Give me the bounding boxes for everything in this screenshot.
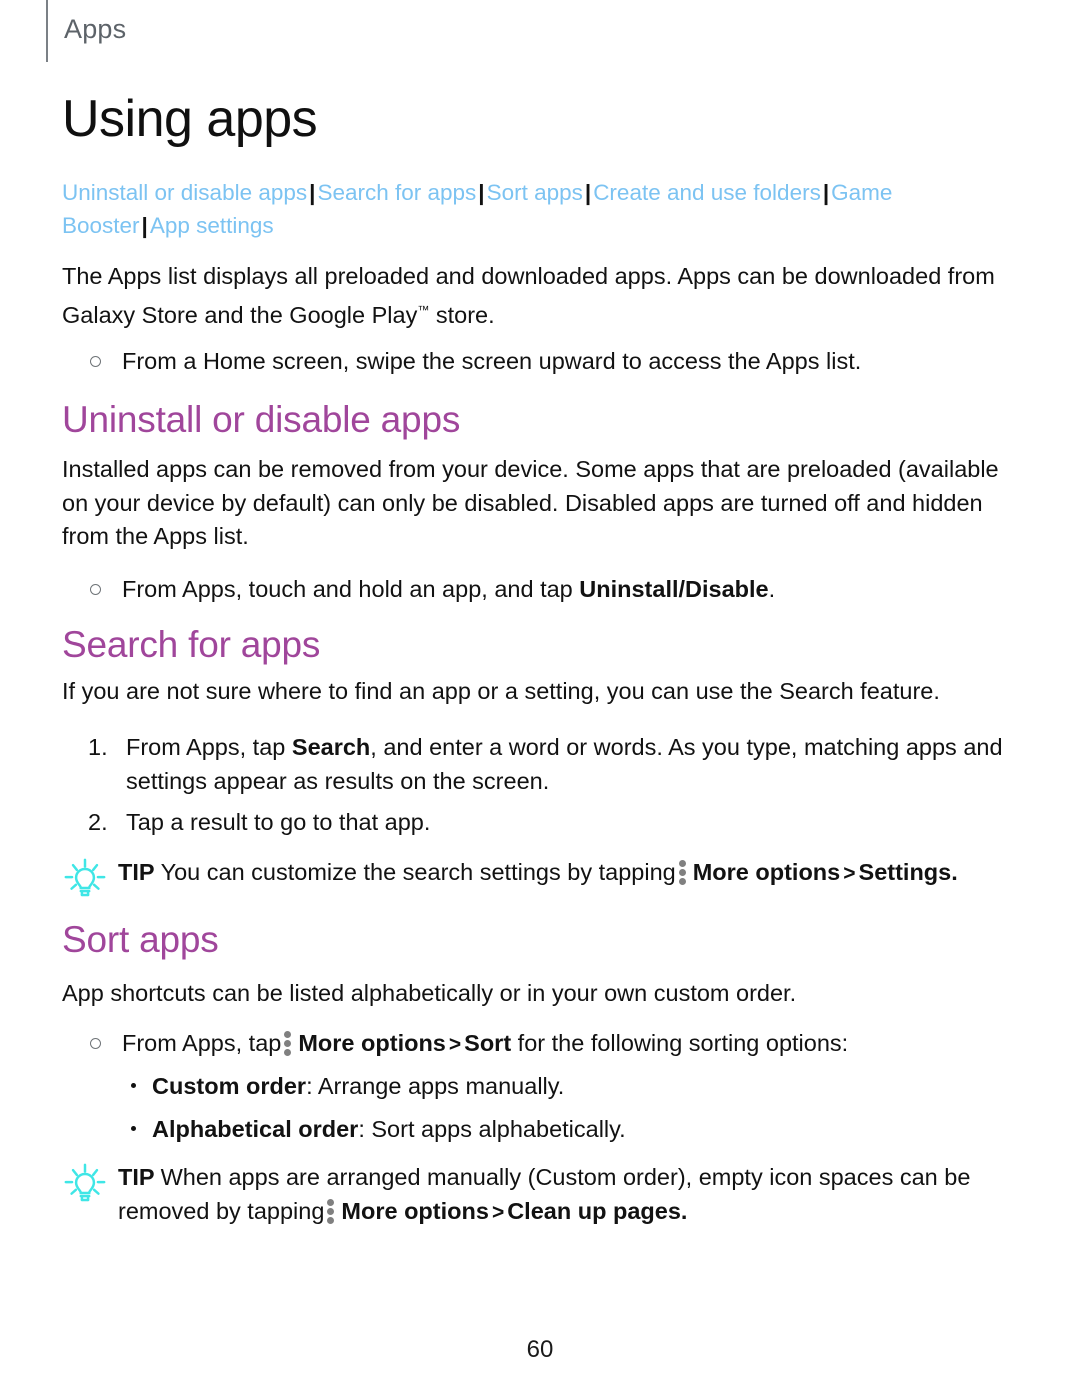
nav-link-app-settings[interactable]: App settings	[150, 213, 274, 238]
search-step-2: 2. Tap a result to go to that app.	[88, 805, 1016, 839]
tip-sort-menu-2: Clean up pages	[507, 1198, 681, 1224]
search-step-1: 1. From Apps, tap Search, and enter a wo…	[88, 730, 1016, 798]
search-step-2-number: 2.	[88, 809, 108, 835]
nav-separator: |	[478, 180, 485, 205]
uninstall-bullet-prefix: From Apps, touch and hold an app, and ta…	[122, 576, 580, 602]
search-step-1-bold: Search	[291, 734, 371, 760]
dot-bullet-icon	[131, 1083, 136, 1088]
tip-sort-menu-1: More options	[341, 1198, 489, 1224]
lightbulb-icon	[62, 1162, 108, 1208]
nav-separator: |	[141, 213, 148, 238]
running-head-label: Apps	[64, 13, 127, 44]
uninstall-bullet-bold: Uninstall/Disable	[579, 576, 769, 602]
intro-paragraph: The Apps list displays all preloaded and…	[62, 260, 1012, 332]
more-options-icon[interactable]	[678, 860, 688, 885]
page-number: 60	[526, 1336, 554, 1363]
nav-link-create-and-use-folders[interactable]: Create and use folders	[593, 180, 821, 205]
tip-sort-text-after: .	[680, 1198, 688, 1224]
search-paragraph: If you are not sure where to find an app…	[62, 678, 940, 704]
tip-callout-sort: TIP When apps are arranged manually (Cust…	[62, 1160, 1017, 1230]
sort-bullet: From Apps, tap More options > Sort for the …	[90, 1027, 1015, 1062]
sort-option-custom-order-label: Custom order	[152, 1073, 307, 1099]
running-head: Apps	[46, 0, 126, 62]
running-head-rule	[46, 0, 48, 62]
sort-bullet-menu-2: Sort	[464, 1030, 512, 1056]
nav-link-uninstall-or-disable-apps[interactable]: Uninstall or disable apps	[62, 180, 307, 205]
page-title: Using apps	[62, 90, 318, 148]
hollow-circle-bullet-icon	[90, 356, 101, 367]
nav-separator: |	[584, 180, 592, 205]
intro-paragraph-text-1: The Apps list displays all preloaded and…	[62, 263, 995, 328]
sort-bullet-suffix: for the following sorting options:	[511, 1030, 849, 1056]
more-options-icon[interactable]	[284, 1031, 293, 1056]
sort-option-alphabetical-order: Alphabetical order: Sort apps alphabetic…	[128, 1113, 1008, 1147]
hollow-circle-bullet-icon	[90, 1038, 101, 1049]
section-nav-links: Uninstall or disable apps|Search for app…	[62, 176, 1002, 242]
tip-search-text-before: You can customize the search settings by…	[160, 859, 676, 885]
trademark-symbol: ™	[417, 302, 430, 317]
tip-search-text-after: .	[951, 859, 958, 885]
uninstall-bullet-suffix: .	[768, 576, 776, 602]
tip-sort-chevron: >	[491, 1201, 505, 1224]
tip-search-menu-2: Settings	[858, 859, 952, 885]
sort-paragraph: App shortcuts can be listed alphabetical…	[62, 980, 797, 1006]
section-heading-uninstall: Uninstall or disable apps	[62, 399, 461, 440]
nav-link-sort-apps[interactable]: Sort apps	[487, 180, 583, 205]
tip-callout-search: TIP You can customize the search settings…	[62, 855, 1017, 897]
sort-option-custom-order-description: : Arrange apps manually.	[306, 1073, 565, 1099]
uninstall-paragraph: Installed apps can be removed from your …	[62, 456, 999, 549]
tip-label: TIP	[118, 1164, 155, 1190]
more-options-icon[interactable]	[327, 1199, 336, 1224]
dot-bullet-icon	[131, 1126, 136, 1131]
sort-bullet-prefix: From Apps, tap	[122, 1030, 282, 1056]
section-heading-search: Search for apps	[62, 624, 321, 665]
lightbulb-icon	[62, 857, 108, 903]
tip-search-chevron: >	[843, 862, 856, 885]
intro-bullet-text: From a Home screen, swipe the screen upw…	[122, 348, 862, 374]
sort-option-custom-order: Custom order: Arrange apps manually.	[128, 1070, 1008, 1104]
search-step-1-number: 1.	[88, 734, 108, 760]
uninstall-bullet: From Apps, touch and hold an app, and ta…	[90, 573, 1015, 607]
section-heading-sort: Sort apps	[62, 919, 219, 960]
nav-separator: |	[822, 180, 830, 205]
sort-bullet-menu-1: More options	[298, 1030, 446, 1056]
intro-bullet: From a Home screen, swipe the screen upw…	[90, 345, 1015, 379]
hollow-circle-bullet-icon	[90, 584, 101, 595]
sort-option-alphabetical-order-description: : Sort apps alphabetically.	[358, 1116, 626, 1142]
document-page: Apps Using apps Uninstall or disable app…	[0, 0, 1080, 1397]
nav-separator: |	[309, 180, 316, 205]
nav-link-search-for-apps[interactable]: Search for apps	[317, 180, 476, 205]
search-step-2-text: Tap a result to go to that app.	[126, 809, 431, 835]
sort-bullet-chevron: >	[448, 1033, 462, 1056]
sort-option-alphabetical-order-label: Alphabetical order	[152, 1116, 359, 1142]
intro-paragraph-text-2: store.	[429, 301, 495, 328]
tip-label: TIP	[118, 859, 155, 885]
search-step-1-prefix: From Apps, tap	[126, 734, 292, 760]
tip-search-menu-1: More options	[692, 859, 841, 885]
